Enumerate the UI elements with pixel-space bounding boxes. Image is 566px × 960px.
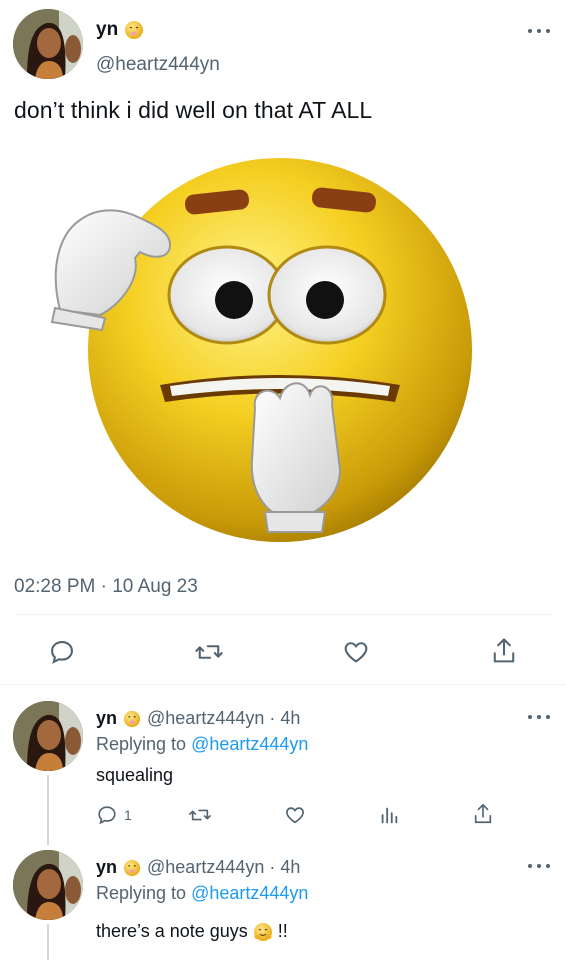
thread-line	[47, 924, 49, 960]
author-name-row: yn	[96, 19, 144, 41]
retweet-button[interactable]	[188, 804, 212, 826]
tweet-text: don’t think i did well on that AT ALL	[14, 97, 373, 123]
reply-author-name[interactable]: yn	[96, 857, 117, 878]
hugging-face-emoji-icon	[253, 922, 272, 941]
shushing-face-emoji-icon	[123, 710, 141, 727]
reply-header: yn @heartz444yn · 4h	[96, 857, 300, 878]
reply-text: there’s a note guys !!	[96, 921, 288, 942]
replying-to-label: Replying to	[96, 883, 187, 903]
share-button[interactable]	[472, 802, 494, 826]
retweet-icon	[189, 809, 211, 821]
tweet-timestamp[interactable]: 02:28 PM · 10 Aug 23	[14, 576, 198, 598]
thread-line	[47, 775, 49, 845]
reply-author-name[interactable]: yn	[96, 708, 117, 729]
more-options-icon[interactable]	[528, 712, 550, 722]
profile-avatar[interactable]	[13, 9, 83, 79]
reply-icon	[98, 806, 116, 825]
share-button[interactable]	[490, 636, 518, 666]
heart-icon	[344, 642, 368, 663]
retweet-icon	[195, 645, 223, 659]
replying-to-label: Replying to	[96, 734, 187, 754]
analytics-icon	[381, 807, 398, 824]
retweet-button[interactable]	[194, 638, 224, 666]
like-button[interactable]	[284, 804, 306, 826]
share-icon	[474, 804, 492, 824]
reply-handle-time[interactable]: @heartz444yn · 4h	[147, 857, 300, 878]
avatar-image	[13, 9, 83, 79]
analytics-button[interactable]	[378, 804, 400, 826]
reply-icon	[51, 641, 73, 664]
avatar-image	[13, 850, 83, 920]
divider	[14, 614, 552, 615]
reply-count: 1	[124, 807, 132, 823]
reply-avatar[interactable]	[13, 850, 83, 920]
avatar-image	[13, 701, 83, 771]
nervous-emoji-image[interactable]	[40, 140, 510, 560]
share-icon	[493, 638, 515, 663]
reply-avatar[interactable]	[13, 701, 83, 771]
more-options-icon[interactable]	[528, 26, 550, 36]
reply-text: squealing	[96, 765, 174, 785]
tweet-actions	[0, 630, 566, 670]
reply-button[interactable]	[48, 638, 76, 666]
reply-header: yn @heartz444yn · 4h	[96, 708, 300, 729]
replying-to: Replying to @heartz444yn	[96, 734, 308, 755]
replying-to-handle[interactable]: @heartz444yn	[191, 734, 308, 754]
replying-to: Replying to @heartz444yn	[96, 883, 308, 904]
divider	[0, 684, 566, 685]
author-handle[interactable]: @heartz444yn	[96, 54, 220, 76]
author-name[interactable]: yn	[96, 19, 118, 41]
shushing-face-emoji-icon	[123, 859, 141, 876]
heart-icon	[286, 807, 304, 824]
shushing-face-emoji-icon	[125, 21, 144, 39]
reply-button[interactable]: 1	[96, 804, 132, 826]
replying-to-handle[interactable]: @heartz444yn	[191, 883, 308, 903]
like-button[interactable]	[342, 638, 370, 666]
reply-text-part: there’s a note guys	[96, 921, 248, 941]
more-options-icon[interactable]	[528, 861, 550, 871]
reply-handle-time[interactable]: @heartz444yn · 4h	[147, 708, 300, 729]
reply-text-part: !!	[277, 921, 288, 941]
